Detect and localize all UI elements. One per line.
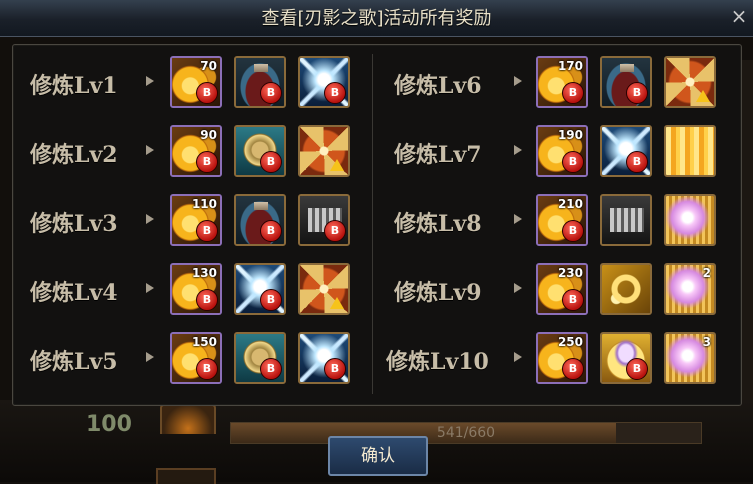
arrow-right-icon [514, 352, 522, 362]
background-progress-bar: 541/660 [230, 422, 702, 444]
background-level-value: 100 [86, 412, 132, 437]
reward-item-slot[interactable] [600, 263, 652, 315]
reward-item-slot[interactable]: 2 [664, 263, 716, 315]
reward-item-slot[interactable] [664, 194, 716, 246]
item-count: 3 [702, 335, 711, 349]
bound-badge-icon: B [626, 151, 648, 173]
dialog-title: 查看[刃影之歌]活动所有奖励 [261, 8, 492, 29]
level-label: 修炼Lv7 [394, 142, 482, 168]
level-label: 修炼Lv6 [394, 73, 482, 99]
arrow-right-icon [514, 76, 522, 86]
item-count: 250 [557, 335, 583, 349]
arrow-right-icon [514, 283, 522, 293]
reward-item-slot[interactable]: B [600, 332, 652, 384]
emblem-upgrade-icon [666, 58, 714, 106]
reward-item-slot[interactable] [664, 125, 716, 177]
item-count: 210 [557, 197, 583, 211]
reward-item-slot[interactable]: 250 B [536, 332, 588, 384]
level-label: 修炼Lv9 [394, 280, 482, 306]
item-count: 190 [557, 128, 583, 142]
reward-item-slot[interactable]: B [600, 56, 652, 108]
reward-row: 修炼Lv6 170 B B [0, 56, 753, 112]
background-item-icon [160, 404, 216, 434]
item-count: 170 [557, 59, 583, 73]
bound-badge-icon: B [626, 358, 648, 380]
arrow-right-icon [514, 214, 522, 224]
reward-item-slot[interactable] [664, 56, 716, 108]
reward-row: 修炼Lv8 210 B [0, 194, 753, 250]
item-count: 230 [557, 266, 583, 280]
bound-badge-icon: B [562, 151, 584, 173]
bound-badge-icon: B [562, 358, 584, 380]
reward-item-slot[interactable]: 210 B [536, 194, 588, 246]
reward-row: 修炼Lv9 230 B 2 [0, 263, 753, 319]
reward-item-slot[interactable]: 3 [664, 332, 716, 384]
reward-item-slot[interactable]: B [600, 125, 652, 177]
pink-gem-icon [666, 196, 714, 244]
level-label: 修炼Lv10 [386, 349, 489, 375]
bound-badge-icon: B [626, 82, 648, 104]
item-count: 2 [702, 266, 711, 280]
reward-item-slot[interactable]: 190 B [536, 125, 588, 177]
level-label: 修炼Lv8 [394, 211, 482, 237]
reward-item-slot[interactable]: 230 B [536, 263, 588, 315]
reward-dialog: 查看[刃影之歌]活动所有奖励 × 修炼Lv1 70 B B B 修炼Lv2 90 B B 修炼Lv… [0, 0, 753, 406]
gold-ring-icon [602, 265, 650, 313]
upgrade-arrow-icon [696, 90, 710, 102]
confirm-button[interactable]: 确认 [328, 436, 428, 476]
reward-row: 修炼Lv7 190 B B [0, 125, 753, 181]
chest-icon [602, 196, 650, 244]
arrow-right-icon [514, 145, 522, 155]
reward-item-slot[interactable]: 170 B [536, 56, 588, 108]
dialog-titlebar: 查看[刃影之歌]活动所有奖励 × [0, 0, 753, 37]
reward-row: 修炼Lv10 250 B B 3 [0, 332, 753, 388]
bound-badge-icon: B [562, 220, 584, 242]
golden-curtain-icon [666, 127, 714, 175]
reward-item-slot[interactable] [600, 194, 652, 246]
bound-badge-icon: B [562, 82, 584, 104]
bound-badge-icon: B [562, 289, 584, 311]
progress-text: 541/660 [436, 425, 496, 441]
close-button[interactable]: × [725, 0, 753, 32]
